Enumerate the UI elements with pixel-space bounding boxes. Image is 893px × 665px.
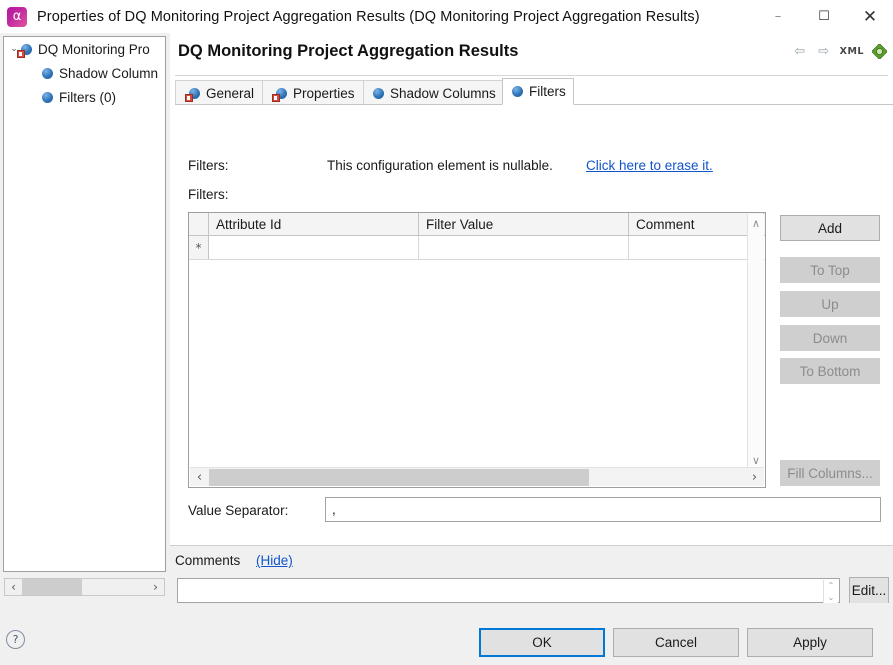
maximize-button[interactable]: ☐ [801,0,847,33]
cell-attribute-id[interactable] [209,236,419,259]
tree-item-dq-monitoring-project[interactable]: ⌄ DQ Monitoring Pro [4,37,165,61]
tab-label: Properties [293,86,355,101]
value-separator-label: Value Separator: [188,503,288,518]
scroll-thumb[interactable] [209,469,589,486]
sphere-badged-icon [21,44,32,55]
spin-down-icon[interactable]: ⌄ [828,593,835,602]
scroll-up-icon[interactable]: ∧ [748,215,764,231]
apply-button[interactable]: Apply [747,628,873,657]
filters-nullable-label: Filters: [188,158,229,173]
sphere-icon [42,92,53,103]
sphere-icon [42,68,53,79]
scroll-track[interactable] [209,469,745,485]
scroll-down-icon[interactable]: ∨ [748,452,764,468]
scroll-left-icon[interactable]: ‹ [5,579,22,595]
scroll-thumb[interactable] [22,579,82,595]
table-new-row[interactable]: * [189,236,765,260]
xml-view-button[interactable]: XML [840,46,864,57]
tab-filters[interactable]: Filters [502,78,574,105]
sphere-icon [373,88,384,99]
new-row-marker: * [189,236,209,259]
table-vertical-scrollbar[interactable]: ∧ ∨ [747,214,764,469]
minimize-button[interactable]: – [755,0,801,33]
navigation-tree[interactable]: ⌄ DQ Monitoring Pro Shadow Column Filter… [3,36,166,572]
tab-label: General [206,86,254,101]
tab-general[interactable]: General [175,80,263,105]
scroll-track[interactable] [22,579,147,595]
comments-hide-link[interactable]: (Hide) [256,553,293,568]
tree-item-label: DQ Monitoring Pro [38,42,150,57]
add-button[interactable]: Add [780,215,880,241]
table-empty-area [189,260,765,468]
comments-input[interactable]: ⌃ ⌄ [177,578,840,603]
table-horizontal-scrollbar[interactable]: ‹ › [190,467,764,486]
tab-shadow-columns[interactable]: Shadow Columns [363,80,503,105]
window-title: Properties of DQ Monitoring Project Aggr… [37,9,700,25]
scroll-right-icon[interactable]: › [147,579,164,595]
cell-comment[interactable] [629,236,764,259]
table-header-row: Attribute Id Filter Value Comment [189,213,765,236]
dialog-body: ⌄ DQ Monitoring Pro Shadow Column Filter… [0,33,893,603]
value-separator-input[interactable] [325,497,881,522]
forward-arrow-icon[interactable]: ⇨ [816,45,832,59]
page-title: DQ Monitoring Project Aggregation Result… [178,42,518,61]
title-bar: Properties of DQ Monitoring Project Aggr… [0,0,893,33]
sphere-badged-icon [189,88,200,99]
comments-edit-button[interactable]: Edit... [849,577,889,604]
column-header-comment[interactable]: Comment [629,213,764,235]
fill-columns-button: Fill Columns... [780,460,880,486]
up-button: Up [780,291,880,317]
tree-item-shadow-columns[interactable]: Shadow Column [4,61,165,85]
erase-link[interactable]: Click here to erase it. [586,158,713,173]
header-toolbar: ⇦ ⇨ XML [792,44,887,59]
cell-filter-value[interactable] [419,236,629,259]
filters-table[interactable]: Attribute Id Filter Value Comment * ∧ ∨ … [188,212,766,488]
tab-label: Filters [529,84,566,99]
comments-section: Comments (Hide) ⌃ ⌄ Edit... [170,546,893,603]
tab-bar: General Properties Shadow Columns Filter… [175,78,893,105]
sphere-badged-icon [276,88,287,99]
to-bottom-button: To Bottom [780,358,880,384]
tree-horizontal-scrollbar[interactable]: ‹ › [4,578,165,596]
sphere-icon [512,86,523,97]
column-header-filter-value[interactable]: Filter Value [419,213,629,235]
tab-properties[interactable]: Properties [262,80,364,105]
ok-button[interactable]: OK [479,628,605,657]
content-panel: DQ Monitoring Project Aggregation Result… [170,33,893,603]
back-arrow-icon[interactable]: ⇦ [792,45,808,59]
tree-item-filters[interactable]: Filters (0) [4,85,165,109]
close-button[interactable]: ✕ [847,0,893,33]
help-icon[interactable]: ? [6,630,25,649]
comments-label: Comments [175,553,240,568]
scroll-left-icon[interactable]: ‹ [190,469,209,486]
filters-table-label: Filters: [188,187,229,202]
dialog-footer: ? OK Cancel Apply [0,603,893,665]
spin-up-icon[interactable]: ⌃ [828,581,835,590]
header-divider [175,75,888,76]
to-top-button: To Top [780,257,880,283]
window-controls: – ☐ ✕ [755,0,893,33]
table-corner-cell [189,213,209,235]
filters-tab-panel: Filters: This configuration element is n… [175,105,893,545]
nullable-message: This configuration element is nullable. [327,158,553,173]
content-header: DQ Monitoring Project Aggregation Result… [170,33,893,75]
gear-icon[interactable] [872,44,887,59]
comments-scroll-spinner[interactable]: ⌃ ⌄ [823,580,838,603]
cancel-button[interactable]: Cancel [613,628,739,657]
tree-item-label: Shadow Column [59,66,158,81]
column-header-attribute-id[interactable]: Attribute Id [209,213,419,235]
tree-item-label: Filters (0) [59,90,116,105]
app-icon [7,7,27,27]
down-button: Down [780,325,880,351]
tab-label: Shadow Columns [390,86,496,101]
scroll-right-icon[interactable]: › [745,469,764,486]
